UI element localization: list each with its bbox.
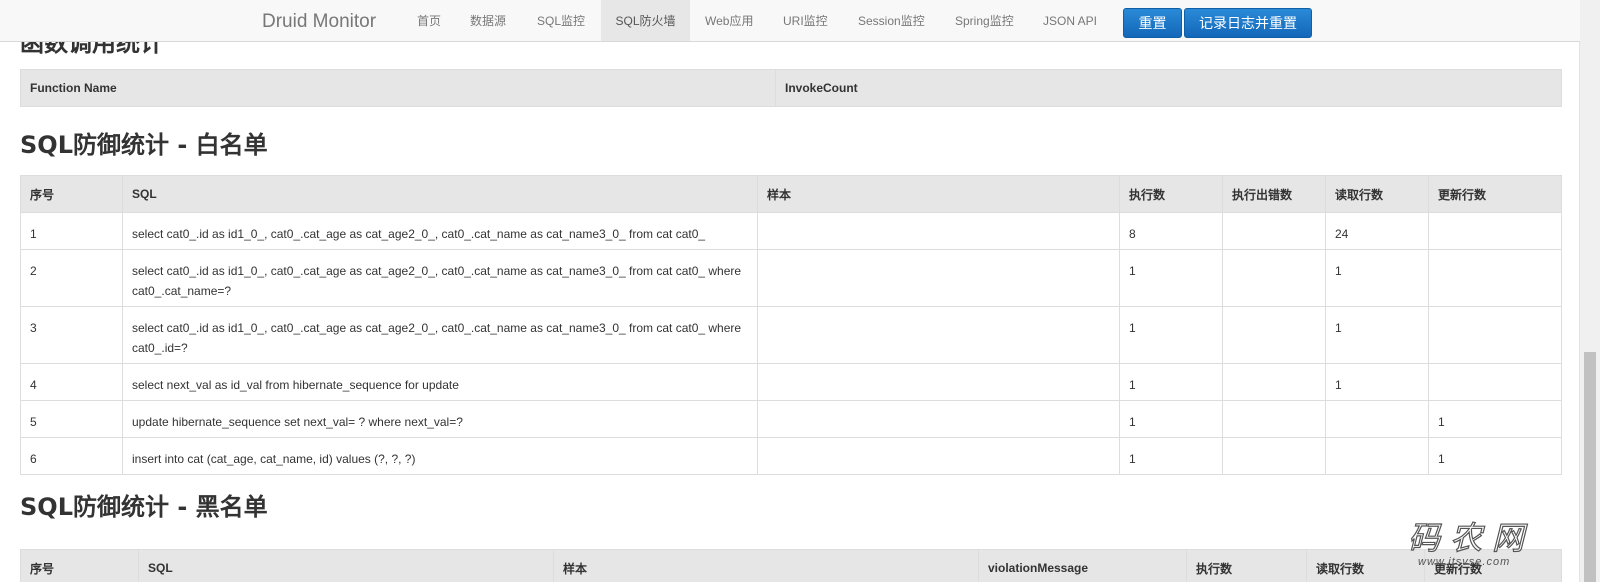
column-header-exec-count: 执行数 bbox=[1119, 175, 1223, 213]
reset-button[interactable]: 重置 bbox=[1123, 8, 1182, 38]
table-row: 1 select cat0_.id as id1_0_, cat0_.cat_a… bbox=[20, 212, 1562, 250]
table-row: 5 update hibernate_sequence set next_val… bbox=[20, 400, 1562, 438]
row-exec-count: 8 bbox=[1119, 212, 1223, 250]
row-sample bbox=[757, 212, 1120, 250]
row-sample bbox=[757, 400, 1120, 438]
column-header-violation-message: violationMessage bbox=[978, 549, 1187, 582]
row-sql: select next_val as id_val from hibernate… bbox=[122, 363, 758, 401]
column-header-invoke-count: InvokeCount bbox=[775, 69, 1562, 107]
nav-json-api[interactable]: JSON API bbox=[1043, 0, 1097, 41]
column-header-read-rows: 读取行数 bbox=[1325, 175, 1429, 213]
row-update-rows: 1 bbox=[1428, 437, 1562, 475]
vertical-scrollbar[interactable] bbox=[1579, 0, 1600, 582]
nav-sql-monitor[interactable]: SQL监控 bbox=[537, 0, 585, 41]
row-read-rows: 1 bbox=[1325, 363, 1429, 401]
row-read-rows bbox=[1325, 400, 1429, 438]
row-no: 4 bbox=[20, 363, 123, 401]
row-read-rows bbox=[1325, 437, 1429, 475]
row-exec-count: 1 bbox=[1119, 363, 1223, 401]
row-exec-count: 1 bbox=[1119, 437, 1223, 475]
row-error-count bbox=[1222, 363, 1326, 401]
page-content: 函数调用统计 Function Name InvokeCount SQL防御统计… bbox=[0, 0, 1580, 582]
row-error-count bbox=[1222, 437, 1326, 475]
row-update-rows: 1 bbox=[1428, 400, 1562, 438]
row-sql: select cat0_.id as id1_0_, cat0_.cat_age… bbox=[122, 249, 758, 307]
column-header-exec-error-count: 执行出错数 bbox=[1222, 175, 1326, 213]
top-navbar: Druid Monitor 首页 数据源 SQL监控 SQL防火墙 Web应用 … bbox=[0, 0, 1580, 42]
column-header-exec-count: 执行数 bbox=[1186, 549, 1307, 582]
blacklist-table: 序号 SQL 样本 violationMessage 执行数 读取行数 更新行数 bbox=[20, 549, 1562, 582]
row-no: 2 bbox=[20, 249, 123, 307]
row-sql: insert into cat (cat_age, cat_name, id) … bbox=[122, 437, 758, 475]
row-read-rows: 1 bbox=[1325, 306, 1429, 364]
column-header-sample: 样本 bbox=[757, 175, 1120, 213]
table-row: 6 insert into cat (cat_age, cat_name, id… bbox=[20, 437, 1562, 475]
row-sample bbox=[757, 249, 1120, 307]
row-exec-count: 1 bbox=[1119, 400, 1223, 438]
row-update-rows bbox=[1428, 363, 1562, 401]
function-stats-table: Function Name InvokeCount bbox=[20, 69, 1562, 107]
table-row: 3 select cat0_.id as id1_0_, cat0_.cat_a… bbox=[20, 306, 1562, 364]
row-read-rows: 24 bbox=[1325, 212, 1429, 250]
row-sample bbox=[757, 306, 1120, 364]
row-no: 1 bbox=[20, 212, 123, 250]
row-error-count bbox=[1222, 249, 1326, 307]
row-no: 6 bbox=[20, 437, 123, 475]
row-no: 5 bbox=[20, 400, 123, 438]
scrollbar-thumb[interactable] bbox=[1584, 352, 1596, 582]
column-header-no: 序号 bbox=[20, 549, 139, 582]
column-header-sql: SQL bbox=[138, 549, 554, 582]
row-sql: select cat0_.id as id1_0_, cat0_.cat_age… bbox=[122, 212, 758, 250]
nav-session-monitor[interactable]: Session监控 bbox=[858, 0, 925, 41]
row-update-rows bbox=[1428, 249, 1562, 307]
row-exec-count: 1 bbox=[1119, 306, 1223, 364]
whitelist-title: SQL防御统计 - 白名单 bbox=[20, 131, 268, 159]
row-update-rows bbox=[1428, 306, 1562, 364]
row-sample bbox=[757, 437, 1120, 475]
row-sample bbox=[757, 363, 1120, 401]
column-header-sample: 样本 bbox=[553, 549, 979, 582]
column-header-read-rows: 读取行数 bbox=[1306, 549, 1425, 582]
brand-logo[interactable]: Druid Monitor bbox=[262, 0, 376, 43]
log-and-reset-button[interactable]: 记录日志并重置 bbox=[1184, 8, 1312, 38]
nav-home[interactable]: 首页 bbox=[417, 0, 441, 41]
row-error-count bbox=[1222, 400, 1326, 438]
nav-datasource[interactable]: 数据源 bbox=[470, 0, 506, 41]
nav-sql-firewall[interactable]: SQL防火墙 bbox=[601, 0, 690, 41]
whitelist-table: 序号 SQL 样本 执行数 执行出错数 读取行数 更新行数 1 select c… bbox=[20, 175, 1562, 475]
nav-spring-monitor[interactable]: Spring监控 bbox=[955, 0, 1014, 41]
nav-uri-monitor[interactable]: URI监控 bbox=[783, 0, 828, 41]
row-error-count bbox=[1222, 306, 1326, 364]
column-header-sql: SQL bbox=[122, 175, 758, 213]
row-no: 3 bbox=[20, 306, 123, 364]
nav-web-app[interactable]: Web应用 bbox=[705, 0, 753, 41]
row-update-rows bbox=[1428, 212, 1562, 250]
column-header-function-name: Function Name bbox=[20, 69, 776, 107]
row-exec-count: 1 bbox=[1119, 249, 1223, 307]
row-sql: update hibernate_sequence set next_val= … bbox=[122, 400, 758, 438]
blacklist-title: SQL防御统计 - 黑名单 bbox=[20, 493, 268, 521]
table-row: 2 select cat0_.id as id1_0_, cat0_.cat_a… bbox=[20, 249, 1562, 307]
column-header-no: 序号 bbox=[20, 175, 123, 213]
row-read-rows: 1 bbox=[1325, 249, 1429, 307]
row-error-count bbox=[1222, 212, 1326, 250]
column-header-update-rows: 更新行数 bbox=[1424, 549, 1562, 582]
column-header-update-rows: 更新行数 bbox=[1428, 175, 1562, 213]
row-sql: select cat0_.id as id1_0_, cat0_.cat_age… bbox=[122, 306, 758, 364]
table-row: 4 select next_val as id_val from hiberna… bbox=[20, 363, 1562, 401]
